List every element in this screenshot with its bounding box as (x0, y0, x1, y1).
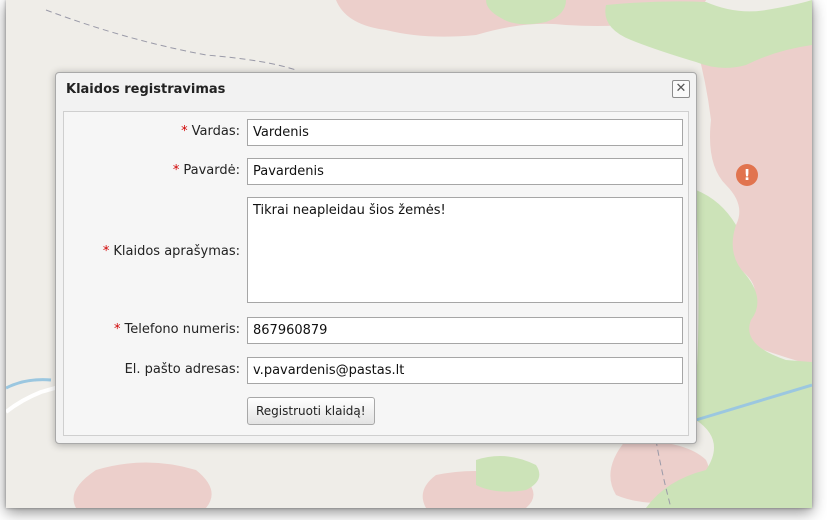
phone-label-text: Telefono numeris: (124, 322, 240, 337)
error-registration-dialog: Klaidos registravimas ✕ *Vardas: *Pavard… (55, 72, 697, 444)
phone-input[interactable] (247, 317, 683, 344)
phone-label: * Telefono numeris: (114, 322, 240, 337)
description-label-text: Klaidos aprašymas: (113, 244, 240, 259)
required-mark: * (114, 322, 121, 337)
marker-glyph: ! (743, 166, 751, 184)
surname-label-text: Pavardė: (183, 163, 240, 178)
register-error-button[interactable]: Registruoti klaidą! (247, 397, 375, 425)
name-label-text: Vardas: (191, 124, 240, 139)
surname-label: * Pavardė: (173, 163, 240, 178)
app-frame: ! Klaidos registravimas ✕ *Vardas: *Pava… (6, 0, 812, 508)
email-input[interactable] (247, 357, 683, 384)
form-body: *Vardas: *Pavardė: *Klaidos aprašymas: T… (63, 111, 689, 436)
exclamation-icon[interactable]: ! (736, 164, 758, 186)
dialog-title: Klaidos registravimas (66, 82, 226, 97)
required-mark: * (181, 124, 188, 139)
name-label: * Vardas: (181, 124, 240, 139)
dialog-header[interactable]: Klaidos registravimas ✕ (56, 73, 696, 107)
close-icon: ✕ (675, 81, 687, 96)
required-mark: * (102, 244, 110, 259)
required-mark: * (172, 163, 180, 178)
name-input[interactable] (247, 119, 683, 146)
email-label: El. pašto adresas: (124, 362, 240, 377)
surname-input[interactable] (247, 158, 683, 185)
description-textarea[interactable]: Tikrai neapleidau šios žemės! (247, 197, 683, 303)
description-label: * Klaidos aprašymas: (103, 244, 240, 259)
close-button[interactable]: ✕ (672, 80, 690, 98)
